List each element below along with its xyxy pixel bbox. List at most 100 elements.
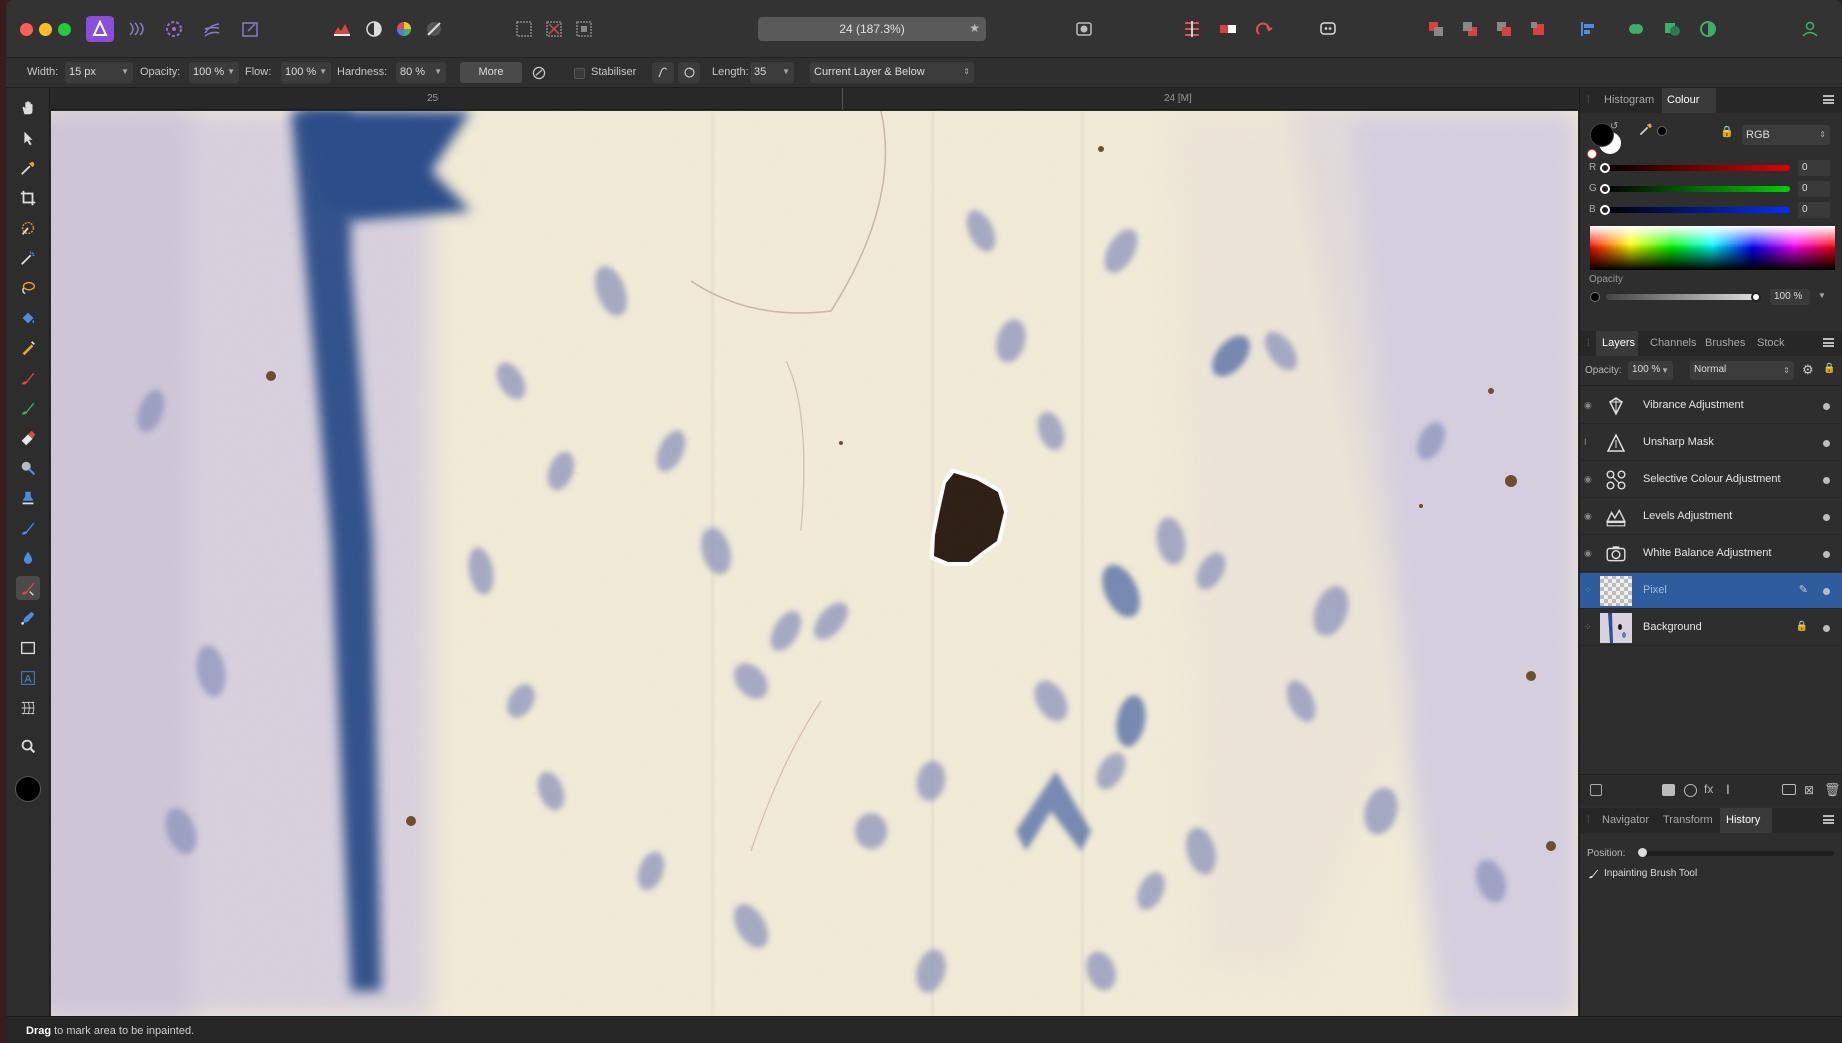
colour-model-select[interactable]: RGB ⇕ — [1742, 125, 1830, 145]
history-position-knob[interactable] — [1638, 848, 1647, 857]
star-icon[interactable]: ★ — [969, 21, 980, 35]
flow-field[interactable]: 100 % ▼ — [281, 62, 331, 83]
export-persona-icon[interactable] — [236, 16, 264, 42]
quick-mask-icon[interactable] — [1062, 16, 1106, 42]
colour-opacity-knob[interactable] — [1751, 292, 1761, 302]
length-field[interactable]: 35 ▼ — [750, 62, 794, 83]
grip-icon[interactable]: ⁞ — [1587, 95, 1590, 106]
clone-brush-tool-icon[interactable] — [16, 486, 40, 510]
fx-icon[interactable]: fx — [1704, 782, 1713, 796]
more-button[interactable]: More — [460, 62, 522, 83]
brush-settings-icon[interactable] — [528, 62, 550, 83]
boolean-add-icon[interactable] — [1622, 16, 1650, 42]
photo-persona-icon[interactable] — [86, 16, 114, 42]
lock-icon[interactable]: 🔒 — [1823, 363, 1835, 374]
gear-icon[interactable]: ⚙ — [1802, 362, 1814, 378]
colour-opacity-value[interactable]: 100 % — [1770, 289, 1810, 305]
blend-mode-select[interactable]: Normal ⇕ — [1690, 361, 1794, 380]
auto-contrast-icon[interactable] — [360, 16, 388, 42]
arrange-forward-icon[interactable] — [1422, 16, 1450, 42]
transform-arrow-icon[interactable] — [1250, 16, 1278, 42]
visibility-toggle-icon[interactable]: ◉ — [1584, 474, 1592, 486]
gradient-tool-icon[interactable] — [16, 336, 40, 360]
rope-mode-icon[interactable] — [652, 62, 674, 83]
zoom-tool-icon[interactable] — [16, 734, 40, 758]
history-position-slider[interactable] — [1638, 851, 1834, 856]
colour-replacement-tool-icon[interactable] — [16, 396, 40, 420]
dodge-brush-tool-icon[interactable] — [16, 456, 40, 480]
tab-channels[interactable]: Channels — [1650, 337, 1696, 349]
minimize-window-button[interactable] — [39, 23, 52, 36]
tone-mapping-persona-icon[interactable] — [198, 16, 226, 42]
crop-tool-icon[interactable] — [16, 186, 40, 210]
no-colour-icon[interactable] — [1587, 149, 1597, 159]
expand-icon[interactable]: ⁘ — [1584, 622, 1592, 634]
auto-white-balance-icon[interactable] — [420, 16, 448, 42]
freehand-selection-tool-icon[interactable] — [16, 276, 40, 300]
tab-stock[interactable]: Stock — [1757, 337, 1785, 349]
assistant-icon[interactable] — [1214, 16, 1242, 42]
tab-histogram[interactable]: Histogram — [1604, 94, 1654, 106]
deselect-icon[interactable] — [540, 16, 568, 42]
selection-brush-tool-icon[interactable] — [16, 216, 40, 240]
layer-row[interactable]: ◉ Vibrance Adjustment — [1580, 388, 1842, 424]
blur-brush-tool-icon[interactable] — [16, 546, 40, 570]
stabiliser-checkbox[interactable] — [574, 68, 585, 79]
layer-row[interactable]: Ⅰ Unsharp Mask — [1580, 425, 1842, 461]
layer-row-selected[interactable]: ⁘ Pixel ✎ — [1580, 573, 1842, 609]
boolean-subtract-icon[interactable] — [1658, 16, 1686, 42]
r-slider-knob[interactable] — [1600, 163, 1610, 173]
adjustment-layer-icon[interactable] — [1684, 784, 1697, 797]
marquee-icon[interactable] — [510, 16, 538, 42]
mesh-warp-tool-icon[interactable] — [16, 696, 40, 720]
close-window-button[interactable] — [20, 23, 33, 36]
arrange-back-icon[interactable] — [1456, 16, 1484, 42]
document-canvas[interactable] — [51, 111, 1578, 1017]
studio-link-icon[interactable] — [1314, 16, 1342, 42]
hand-tool-icon[interactable] — [16, 96, 40, 120]
flood-fill-tool-icon[interactable] — [16, 306, 40, 330]
g-slider[interactable] — [1604, 186, 1790, 192]
text-tool-icon[interactable]: A — [16, 666, 40, 690]
live-filter-icon[interactable]: Ⅰ — [1726, 782, 1730, 798]
erase-brush-tool-icon[interactable] — [16, 426, 40, 450]
zoom-window-button[interactable] — [58, 23, 71, 36]
pen-tool-icon[interactable] — [16, 606, 40, 630]
g-value[interactable]: 0 — [1798, 181, 1830, 197]
smudge-brush-tool-icon[interactable] — [16, 516, 40, 540]
lock-icon[interactable]: 🔒 — [1720, 125, 1734, 138]
g-slider-knob[interactable] — [1600, 184, 1610, 194]
tab-colour[interactable]: Colour — [1667, 94, 1699, 106]
picked-colour-swatch[interactable] — [1657, 126, 1667, 136]
snapping-icon[interactable] — [1178, 16, 1206, 42]
grip-icon[interactable]: ⁞ — [1587, 338, 1590, 349]
eyedropper-icon[interactable] — [1638, 121, 1654, 137]
filter-icon[interactable]: Ⅰ — [1584, 437, 1592, 449]
visibility-dot[interactable] — [1823, 514, 1830, 521]
tab-brushes[interactable]: Brushes — [1705, 337, 1745, 349]
layer-row[interactable]: ⁘ Background 🔒 — [1580, 610, 1842, 646]
grip-icon[interactable]: ⁞ — [1587, 815, 1590, 826]
tab-history[interactable]: History — [1726, 814, 1760, 826]
expand-icon[interactable]: ⁘ — [1584, 585, 1592, 597]
arrange-backward-icon[interactable] — [1524, 16, 1552, 42]
delete-layer-icon[interactable]: 🗑 — [1824, 782, 1841, 798]
width-field[interactable]: 15 px ▼ — [65, 62, 133, 83]
move-tool-icon[interactable] — [16, 126, 40, 150]
colour-picker-tool-icon[interactable] — [16, 156, 40, 180]
panel-menu-icon[interactable] — [1823, 95, 1834, 104]
layer-row[interactable]: ◉ Levels Adjustment — [1580, 499, 1842, 535]
source-select[interactable]: Current Layer & Below ⇕ — [810, 62, 974, 83]
tab-layers[interactable]: Layers — [1602, 337, 1635, 349]
boolean-intersect-icon[interactable] — [1694, 16, 1722, 42]
layer-row[interactable]: ◉ Selective Colour Adjustment — [1580, 462, 1842, 498]
hardness-field[interactable]: 80 % ▼ — [396, 62, 446, 83]
auto-colour-icon[interactable] — [390, 16, 418, 42]
layer-opacity-field[interactable]: 100 % ▼ — [1628, 361, 1673, 380]
opacity-field[interactable]: 100 % ▼ — [189, 62, 239, 83]
b-value[interactable]: 0 — [1798, 202, 1830, 218]
primary-colour-swatch[interactable] — [15, 776, 41, 802]
account-icon[interactable] — [1796, 16, 1824, 42]
develop-persona-icon[interactable] — [160, 16, 188, 42]
layer-snapshot-icon[interactable] — [1590, 784, 1602, 796]
